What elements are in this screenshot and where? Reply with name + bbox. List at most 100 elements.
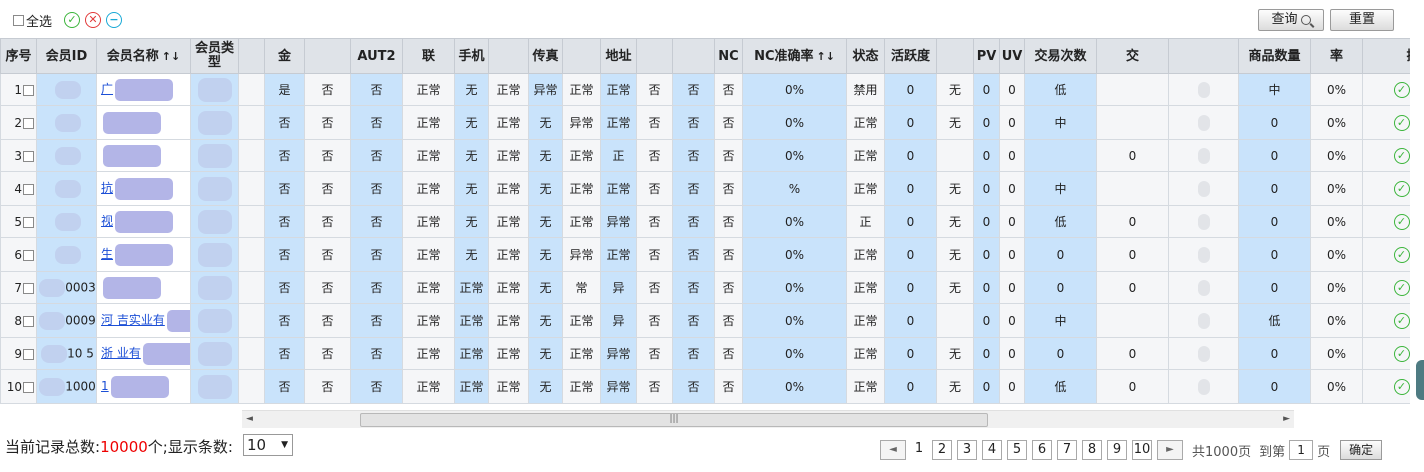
table-row[interactable]: 9 10 5浙 业有否否否正常 正常 正常无正常 异常否否否 0% 正常 0 无 0 0 0 0 0 0% ✓… (0, 337, 1410, 370)
member-name-link[interactable]: 广 (101, 82, 113, 96)
table-row[interactable]: 5视否否否正常无正常无正常异常否否否0%正0无00低000%✓✕− (0, 205, 1410, 238)
table-cell: 正常 (562, 337, 601, 370)
table-cell: 0 (1096, 205, 1169, 238)
table-row[interactable]: 3 否 否 否 正常 无 正常 无 正常 正 否 否 否 0% 正常 0 0 0 0 0 0% ✓✕− (0, 139, 1410, 172)
member-name-cell[interactable]: 生 (96, 237, 191, 272)
page-button[interactable]: 9 (1107, 440, 1127, 460)
query-button[interactable]: 查询 (1258, 9, 1324, 31)
page-button[interactable]: 7 (1057, 440, 1077, 460)
row-checkbox[interactable] (23, 183, 34, 195)
goto-prefix: 到第 (1259, 444, 1286, 460)
check-circle-icon[interactable]: ✓ (1393, 246, 1410, 263)
check-circle-icon[interactable]: ✓ (1393, 114, 1410, 131)
confirm-button[interactable]: 确定 (1340, 440, 1383, 460)
row-checkbox[interactable] (23, 315, 34, 327)
cell-value: 0 (1128, 346, 1137, 361)
table-cell: 否 (714, 337, 743, 370)
check-circle-icon[interactable]: ✓ (1393, 81, 1410, 98)
check-circle-icon[interactable]: ✓ (1393, 147, 1410, 164)
check-circle-icon[interactable]: ✓ (1393, 345, 1410, 362)
table-cell (238, 271, 265, 304)
table-cell: 无 (528, 303, 563, 338)
cell-value: 否 (648, 83, 661, 97)
prev-page-icon[interactable]: ◄ (880, 440, 906, 460)
x-circle-icon[interactable]: ✕ (85, 12, 101, 28)
page-button[interactable]: 6 (1032, 440, 1052, 460)
member-name-cell[interactable]: 抗 (96, 171, 191, 206)
horizontal-scrollbar[interactable]: ◄ ||| ► (242, 410, 1294, 428)
redacted-block (197, 77, 232, 102)
check-circle-icon[interactable]: ✓ (1393, 279, 1410, 296)
column-header[interactable]: 会员名称 ↑↓ (96, 38, 191, 74)
row-checkbox[interactable] (23, 216, 34, 228)
check-circle-icon[interactable]: ✓ (1393, 213, 1410, 230)
member-name-cell[interactable]: 视 (96, 205, 191, 238)
page-button[interactable]: 1 (911, 440, 927, 460)
table-row[interactable]: 4抗否否否正常无正常无正常正常否否否%正常0无00中00%✓✕− (0, 171, 1410, 206)
member-name-link[interactable]: 生 (101, 247, 113, 261)
scrollbar-thumb[interactable]: ||| (360, 413, 988, 427)
check-circle-icon[interactable]: ✓ (1393, 378, 1410, 395)
page-button[interactable]: 3 (957, 440, 977, 460)
column-header[interactable]: NC准确率 ↑↓ (742, 38, 847, 74)
member-name-link[interactable]: 视 (101, 214, 113, 228)
check-circle-icon[interactable]: ✓ (1393, 312, 1410, 329)
scroll-right-arrow-icon[interactable]: ► (1283, 414, 1290, 424)
row-checkbox[interactable] (23, 117, 34, 129)
cell-value: 否 (321, 182, 334, 196)
member-name-cell[interactable] (96, 105, 191, 140)
row-checkbox[interactable] (23, 381, 34, 393)
table-row[interactable]: 70003否否否正常正常正常无常异否否否0%正常0无000000%✓✕− (0, 271, 1410, 304)
next-page-icon[interactable]: ► (1157, 440, 1183, 460)
member-name-link[interactable]: 抗 (101, 181, 113, 195)
side-tab[interactable] (1416, 360, 1424, 400)
table-cell: 0% (742, 337, 847, 370)
member-id: 0003 (65, 280, 96, 294)
table-cell: 否 (714, 171, 743, 206)
row-checkbox[interactable] (23, 282, 34, 294)
cell-value: 正常 (496, 116, 521, 130)
page-size-select[interactable]: 10 ▼ (243, 434, 293, 456)
select-all[interactable]: 全选 (13, 11, 52, 30)
scroll-left-arrow-icon[interactable]: ◄ (246, 414, 253, 424)
table-cell: 否 (672, 73, 715, 106)
member-name-cell[interactable]: 浙 业有 (96, 337, 191, 370)
table-cell: 正常 (562, 139, 601, 172)
member-name-link[interactable]: 浙 业有 (101, 346, 141, 360)
member-name-cell[interactable]: 1 (96, 369, 191, 404)
member-name-cell[interactable] (96, 139, 191, 172)
page-button[interactable]: 5 (1007, 440, 1027, 460)
minus-circle-icon[interactable]: − (106, 12, 122, 28)
table-row[interactable]: 2否否否正常无正常无异常正常否否否0%正常0无00中00%✓✕− (0, 105, 1410, 140)
table-row[interactable]: 1010001否否否正常正常正常无正常异常否否否0%正常0无00低000%✓✕− (0, 369, 1410, 404)
member-name-link[interactable]: 1 (101, 379, 109, 393)
check-circle-icon[interactable]: ✓ (1393, 180, 1410, 197)
member-name-link[interactable]: 河 吉实业有 (101, 313, 165, 327)
member-name-cell[interactable]: 广 (96, 73, 191, 106)
cell-value: 正常 (496, 149, 521, 163)
cell-value: 否 (648, 149, 661, 163)
page-button[interactable]: 2 (932, 440, 952, 460)
sort-icon[interactable]: ↑↓ (816, 49, 834, 64)
check-circle-icon[interactable]: ✓ (64, 12, 80, 28)
reset-button[interactable]: 重置 (1330, 9, 1394, 31)
table-row[interactable]: 80009河 吉实业有否否否正常正常正常无正常异否否否0%正常000中低0%✓✕… (0, 303, 1410, 338)
sort-icon[interactable]: ↑↓ (162, 49, 180, 64)
member-name-cell[interactable]: 河 吉实业有 (96, 303, 191, 338)
page-button[interactable]: 10 (1132, 440, 1152, 460)
table-cell (1024, 139, 1097, 172)
goto-page-input[interactable]: 1 (1289, 440, 1314, 460)
member-name-cell[interactable] (96, 271, 191, 304)
table-cell: 正常 (846, 139, 885, 172)
page-button[interactable]: 8 (1082, 440, 1102, 460)
row-checkbox[interactable] (23, 84, 34, 96)
row-checkbox[interactable] (23, 249, 34, 261)
select-all-checkbox[interactable] (13, 15, 24, 26)
row-checkbox[interactable] (23, 348, 34, 360)
table-row[interactable]: 1广是否否正常无正常异常正常正常否否否0%禁用0无00低中0%✓✕− (0, 73, 1410, 106)
table-cell: 正常 (402, 271, 455, 304)
page-button[interactable]: 4 (982, 440, 1002, 460)
page-size-value: 10 (247, 436, 267, 454)
row-checkbox[interactable] (23, 150, 34, 162)
table-row[interactable]: 6生否否否正常无正常无异常正常否否否0%正常0无000000%✓✕− (0, 237, 1410, 272)
